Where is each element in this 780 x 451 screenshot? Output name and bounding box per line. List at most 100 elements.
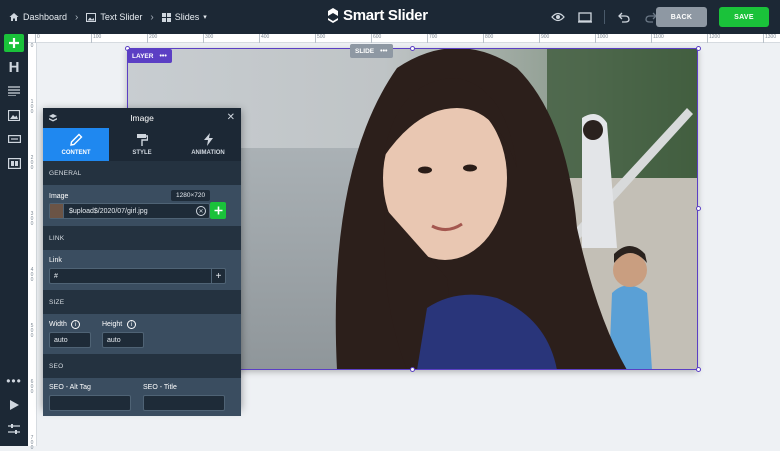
ruler-tick-label: 1300 — [765, 34, 777, 40]
left-sidebar: H ••• — [0, 34, 28, 446]
image-path-input[interactable]: $upload$/2020/07/girl.jpg ✕ — [49, 203, 210, 219]
ruler-tick — [763, 34, 764, 43]
ruler-tick-label: 200 — [30, 155, 34, 171]
chevron-right-icon: › — [75, 11, 79, 23]
back-button[interactable]: BACK — [656, 7, 707, 27]
smart-slider-logo: Smart Slider — [326, 7, 428, 24]
image-layer-icon[interactable] — [4, 106, 24, 124]
top-bar: Dashboard › Text Slider › Slides ▾ Smart… — [0, 0, 780, 34]
more-icon: ••• — [380, 47, 388, 55]
tab-animation[interactable]: ANIMATION — [175, 128, 241, 161]
plus-icon — [214, 206, 222, 215]
ruler-tick-label: 200 — [149, 34, 158, 40]
slide-tag[interactable]: SLIDE ••• — [350, 44, 393, 58]
ruler-tick-label: 0 — [30, 43, 34, 49]
tab-content[interactable]: CONTENT — [43, 128, 109, 161]
seo-alt-tag-label: SEO - Alt Tag — [49, 384, 91, 391]
ruler-tick — [651, 34, 652, 43]
ruler-tick-label: 500 — [317, 34, 326, 40]
ruler-tick — [35, 34, 36, 43]
ruler-tick-label: 600 — [30, 379, 34, 395]
info-icon[interactable]: i — [127, 320, 136, 329]
height-input[interactable]: auto — [102, 332, 144, 348]
image-field-group: Image 1280×720 $upload$/2020/07/girl.jpg… — [43, 185, 241, 226]
width-value: auto — [54, 336, 68, 344]
tab-style-label: STYLE — [132, 150, 152, 156]
ruler-tick — [259, 34, 260, 43]
ruler-tick-label: 700 — [30, 435, 34, 451]
seo-field-group: SEO - Alt Tag SEO - Title — [43, 378, 241, 416]
slide-tag-label: SLIDE — [355, 47, 375, 55]
ruler-tick-label: 800 — [485, 34, 494, 40]
add-layer-button[interactable] — [4, 34, 24, 52]
section-general[interactable]: GENERAL — [43, 161, 241, 185]
layer-settings-panel: Image ✕ CONTENT STYLE ANIMATION GENERAL … — [43, 108, 241, 416]
resize-handle[interactable] — [410, 367, 415, 372]
add-image-button[interactable] — [210, 202, 226, 219]
undo-icon[interactable] — [616, 9, 632, 25]
save-button[interactable]: SAVE — [719, 7, 769, 27]
size-field-group: Width i auto Height i auto — [43, 314, 241, 354]
height-value: auto — [107, 336, 121, 344]
ruler-tick — [483, 34, 484, 43]
link-field-group: Link # + — [43, 250, 241, 290]
ruler-tick — [595, 34, 596, 43]
close-icon[interactable]: ✕ — [227, 112, 235, 123]
toolbar-icons — [550, 9, 670, 25]
seo-title-input[interactable] — [143, 395, 225, 411]
ruler-tick-label: 700 — [429, 34, 438, 40]
logo-text: Smart Slider — [343, 7, 428, 24]
resize-handle[interactable] — [410, 46, 415, 51]
layers-icon — [49, 114, 57, 122]
ruler-tick-label: 400 — [261, 34, 270, 40]
image-icon — [86, 12, 97, 22]
ruler-tick — [707, 34, 708, 43]
logo-icon — [328, 8, 338, 23]
link-input[interactable]: # + — [49, 268, 226, 284]
layer-tag[interactable]: LAYER ••• — [127, 49, 172, 63]
image-label: Image — [49, 193, 69, 200]
tab-animation-label: ANIMATION — [191, 150, 225, 156]
ruler-tick-label: 1000 — [597, 34, 609, 40]
section-size[interactable]: SIZE — [43, 290, 241, 314]
ruler-tick-label: 300 — [205, 34, 214, 40]
ruler-tick — [539, 34, 540, 43]
text-layer-icon[interactable] — [4, 82, 24, 100]
desktop-view-icon[interactable] — [577, 9, 593, 25]
width-input[interactable]: auto — [49, 332, 91, 348]
info-icon[interactable]: i — [71, 320, 80, 329]
heading-layer-icon[interactable]: H — [4, 58, 24, 76]
clear-icon[interactable]: ✕ — [196, 206, 206, 216]
ruler-tick — [147, 34, 148, 43]
link-label: Link — [49, 257, 62, 264]
settings-sliders-icon[interactable] — [4, 420, 24, 438]
breadcrumb-text-slider[interactable]: Text Slider — [86, 12, 142, 22]
panel-tabs: CONTENT STYLE ANIMATION — [43, 128, 241, 161]
ruler-tick-label: 1200 — [709, 34, 721, 40]
ruler-tick-label: 100 — [93, 34, 102, 40]
height-label: Height — [102, 321, 123, 328]
image-dimensions-badge: 1280×720 — [171, 190, 211, 201]
plus-icon[interactable]: + — [211, 269, 225, 283]
preview-eye-icon[interactable] — [550, 9, 566, 25]
button-layer-icon[interactable] — [4, 130, 24, 148]
slides-dropdown[interactable]: Slides ▾ — [161, 12, 207, 22]
resize-handle[interactable] — [696, 367, 701, 372]
seo-alt-tag-input[interactable] — [49, 395, 131, 411]
tab-style[interactable]: STYLE — [109, 128, 175, 161]
horizontal-ruler: 0 100 200 300 400 500 600 700 800 900 1000 1100 1200… — [28, 34, 780, 43]
image-path-value: $upload$/2020/07/girl.jpg — [69, 207, 148, 215]
resize-handle[interactable] — [696, 46, 701, 51]
row-layer-icon[interactable] — [4, 154, 24, 172]
section-link[interactable]: LINK — [43, 226, 241, 250]
more-icon[interactable]: ••• — [4, 372, 24, 390]
resize-handle[interactable] — [696, 206, 701, 211]
breadcrumb-dashboard[interactable]: Dashboard — [9, 12, 67, 22]
grid-icon — [161, 12, 171, 22]
play-icon[interactable] — [4, 396, 24, 414]
ruler-tick-label: 900 — [541, 34, 550, 40]
section-seo[interactable]: SEO — [43, 354, 241, 378]
more-icon: ••• — [159, 52, 167, 60]
caret-down-icon: ▾ — [203, 14, 207, 21]
panel-header[interactable]: Image ✕ — [43, 108, 241, 128]
